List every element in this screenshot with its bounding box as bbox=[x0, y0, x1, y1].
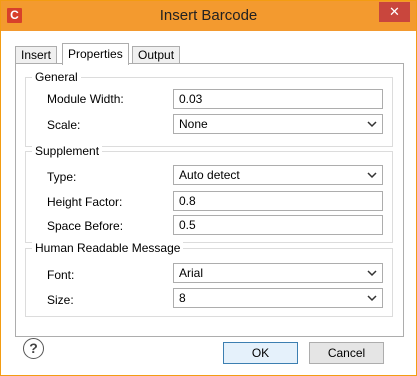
chevron-down-icon bbox=[367, 295, 377, 302]
tab-properties[interactable]: Properties bbox=[62, 43, 129, 65]
space-before-input[interactable]: 0.5 bbox=[173, 215, 383, 235]
size-label: Size: bbox=[47, 293, 74, 307]
font-select[interactable]: Arial bbox=[173, 263, 383, 283]
size-select[interactable]: 8 bbox=[173, 288, 383, 308]
dialog-body: Insert Properties Output General Module … bbox=[1, 31, 416, 375]
scale-select[interactable]: None bbox=[173, 114, 383, 134]
ok-button[interactable]: OK bbox=[223, 342, 298, 364]
tab-insert[interactable]: Insert bbox=[15, 46, 58, 63]
general-group: General bbox=[25, 70, 393, 147]
module-width-label: Module Width: bbox=[47, 92, 124, 106]
tab-output[interactable]: Output bbox=[132, 46, 181, 63]
human-readable-group-title: Human Readable Message bbox=[32, 241, 184, 255]
help-icon[interactable]: ? bbox=[23, 338, 44, 359]
module-width-input[interactable]: 0.03 bbox=[173, 89, 383, 109]
chevron-down-icon bbox=[367, 172, 377, 179]
cancel-button[interactable]: Cancel bbox=[309, 342, 384, 364]
height-factor-label: Height Factor: bbox=[47, 195, 123, 209]
font-select-value: Arial bbox=[179, 266, 204, 280]
chevron-down-icon bbox=[367, 121, 377, 128]
title-bar[interactable]: C Insert Barcode ✕ bbox=[1, 1, 416, 31]
space-before-label: Space Before: bbox=[47, 219, 124, 233]
size-select-value: 8 bbox=[179, 291, 186, 305]
type-label: Type: bbox=[47, 170, 77, 184]
scale-label: Scale: bbox=[47, 118, 81, 132]
insert-barcode-dialog: C Insert Barcode ✕ Insert Properties Out… bbox=[0, 0, 417, 376]
type-select[interactable]: Auto detect bbox=[173, 165, 383, 185]
general-group-title: General bbox=[32, 70, 81, 84]
dialog-title: Insert Barcode bbox=[159, 7, 258, 24]
close-button[interactable]: ✕ bbox=[379, 2, 410, 22]
type-select-value: Auto detect bbox=[179, 168, 240, 182]
chevron-down-icon bbox=[367, 270, 377, 277]
supplement-group-title: Supplement bbox=[32, 144, 103, 158]
height-factor-input[interactable]: 0.8 bbox=[173, 191, 383, 211]
scale-select-value: None bbox=[179, 117, 208, 131]
font-label: Font: bbox=[47, 268, 75, 282]
